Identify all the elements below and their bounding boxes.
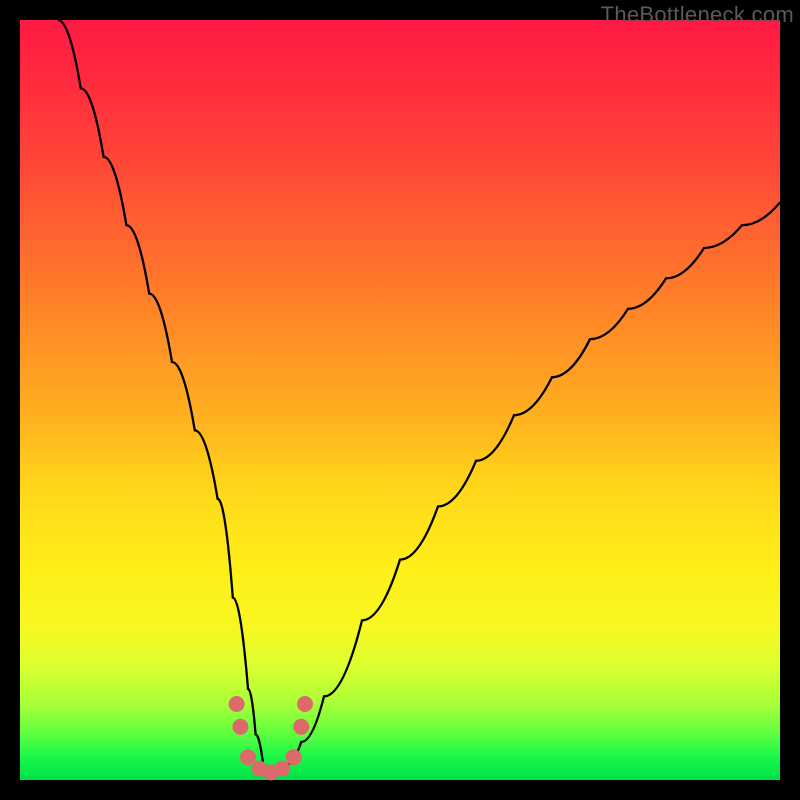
watermark-text: TheBottleneck.com bbox=[601, 2, 794, 28]
marker-dot bbox=[229, 696, 245, 712]
marker-dot bbox=[240, 749, 256, 765]
marker-dot bbox=[293, 719, 309, 735]
marker-dot bbox=[232, 719, 248, 735]
near-minimum-markers bbox=[229, 696, 313, 780]
bottleneck-curve-line bbox=[58, 20, 780, 772]
bottleneck-chart bbox=[20, 20, 780, 780]
marker-dot bbox=[274, 761, 290, 777]
marker-dot bbox=[297, 696, 313, 712]
marker-dot bbox=[286, 749, 302, 765]
chart-frame bbox=[20, 20, 780, 780]
